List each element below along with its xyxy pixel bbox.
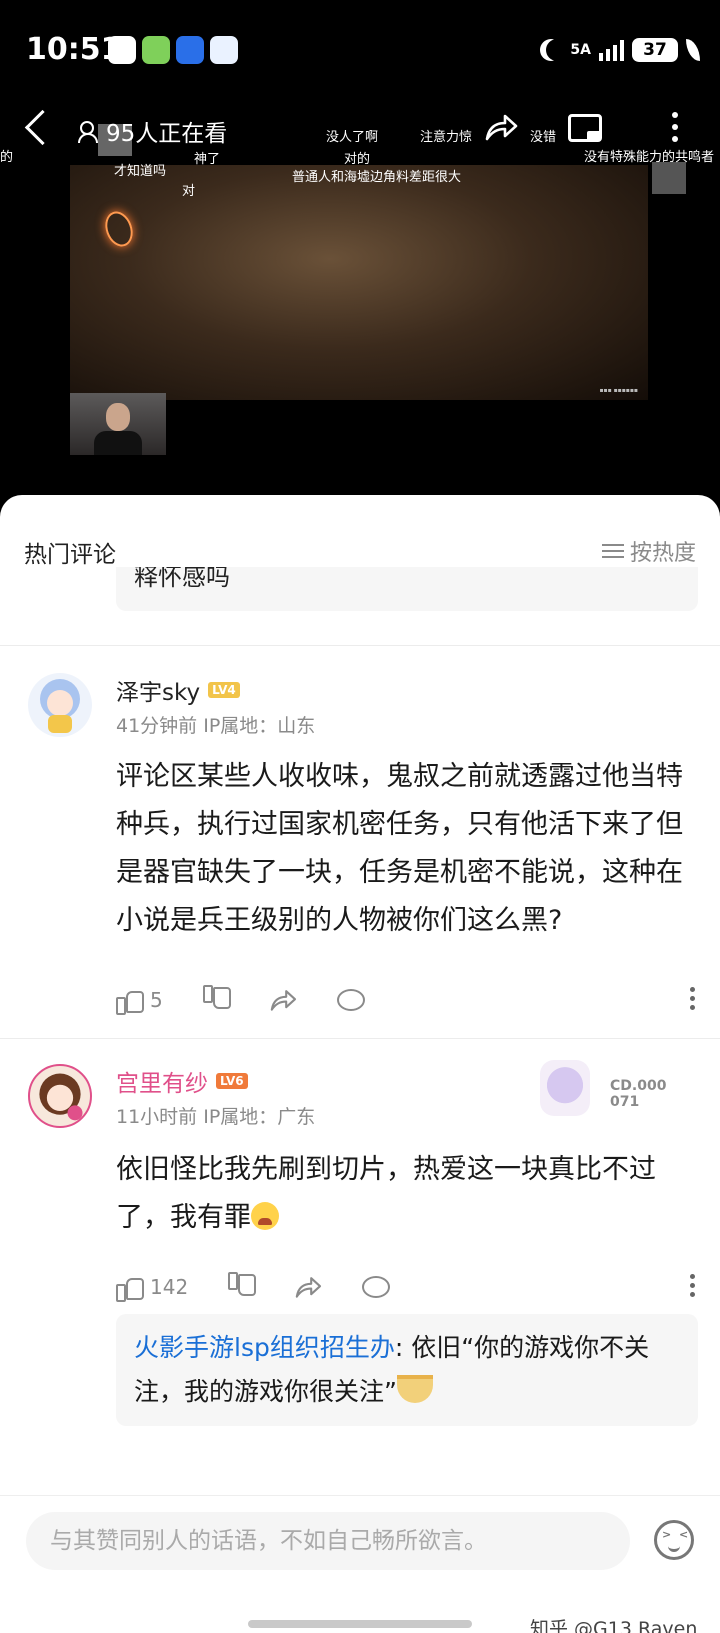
crying-emoji-icon (251, 1202, 279, 1230)
share-icon (295, 1277, 322, 1298)
username-text: 泽宇sky (116, 680, 201, 706)
dnd-moon-icon (546, 39, 568, 61)
danmaku-text: 的 (0, 150, 14, 165)
sort-lines-icon (601, 543, 624, 559)
level-badge: LV6 (216, 1073, 248, 1089)
comment-item: 宫里有纱 LV6 CD.000071 11小时前 IP属地：广东 依旧怪比我先刷… (0, 1038, 720, 1438)
status-bar: 10:51 5A 37 (0, 0, 720, 100)
previous-reply-text: 释怀感吗 (134, 567, 230, 591)
danmaku-text: 注意力惊 (420, 130, 473, 145)
viewer-count-label: 95人正在看 (106, 121, 228, 147)
dislike-button[interactable] (203, 987, 229, 1013)
comment-meta: 11小时前 IP属地：广东 (116, 1106, 316, 1128)
people-icon (78, 121, 100, 143)
comment-meta: 41分钟前 IP属地：山东 (116, 715, 316, 737)
glowing-orb (100, 207, 138, 251)
anime-avatar-icon (40, 679, 80, 733)
danmaku-text: 才知道吗 (114, 164, 167, 179)
comments-title: 热门评论 (24, 542, 116, 568)
lightbulb-notification-icon (176, 36, 204, 64)
network-type: 5A (570, 42, 591, 58)
avatar[interactable] (28, 1064, 92, 1128)
home-indicator[interactable] (248, 1620, 472, 1628)
comment-actions: 142 (116, 1270, 696, 1304)
sort-label: 按热度 (629, 541, 696, 566)
share-button[interactable] (294, 1275, 322, 1299)
comment-text-body: 依旧怪比我先刷到切片，热爱这一块真比不过了，我有罪 (116, 1154, 656, 1233)
viewer-avatar-thumbnail (652, 162, 686, 194)
comment-more-icon[interactable] (690, 1274, 696, 1301)
danmaku-text: 对 (182, 184, 196, 199)
dislike-button[interactable] (228, 1274, 254, 1300)
app-notification-icon (108, 36, 136, 64)
reply-button[interactable] (336, 987, 365, 1013)
app-notification-icon (142, 36, 170, 64)
video-watermark: ▪▪▪ ▪▪▪▪▪▪ (599, 387, 638, 394)
thumbs-up-icon (116, 1274, 144, 1302)
level-badge: LV4 (208, 682, 240, 698)
danmaku-text: 对的 (344, 152, 371, 167)
comment-input-bar: 知乎 @G13 Raven (0, 1495, 720, 1633)
sort-button[interactable]: 按热度 (601, 535, 696, 567)
share-arrow-icon[interactable] (484, 112, 518, 142)
live-video-area[interactable]: ▪▪▪ ▪▪▪▪▪▪ 没人了啊 注意力惊 没错 神了 才知道吗 对的 普通人和海… (0, 100, 720, 495)
danmaku-text: 神了 (194, 152, 221, 167)
like-button[interactable]: 142 (116, 1274, 189, 1302)
username-text: 宫里有纱 (116, 1071, 208, 1097)
comment-bubble-icon (336, 987, 365, 1013)
comment-username[interactable]: 泽宇sky LV4 (116, 673, 240, 707)
avatar[interactable] (28, 673, 92, 737)
comment-more-icon[interactable] (690, 987, 696, 1014)
comment-text[interactable]: 评论区某些人收收味，鬼叔之前就透露过他当特种兵，执行过国家机密任务，只有他活下来… (116, 753, 686, 945)
reply-author[interactable]: 火影手游lsp组织招生办 (134, 1333, 395, 1362)
viewer-count: 95人正在看 (78, 114, 227, 148)
like-count: 142 (150, 1275, 189, 1299)
danmaku-text: 没人了啊 (326, 130, 379, 145)
battery-saver-leaf-icon (686, 39, 700, 61)
share-button[interactable] (269, 988, 297, 1012)
back-arrow-icon[interactable] (24, 109, 61, 146)
bowl-emoji-icon (396, 1375, 433, 1403)
anime-avatar-icon (39, 1073, 83, 1121)
battery-icon: 37 (632, 38, 678, 62)
comment-username[interactable]: 宫里有纱 LV6 (116, 1064, 248, 1098)
share-icon (270, 990, 296, 1011)
signal-icon (599, 39, 624, 61)
picture-in-picture-icon[interactable] (568, 114, 602, 142)
previous-reply-fragment[interactable]: 释怀感吗 (116, 567, 698, 611)
emoji-picker-icon[interactable] (654, 1520, 694, 1560)
reply-preview[interactable]: 火影手游lsp组织招生办: 依旧“你的游戏你不关注，我的游戏你很关注” (116, 1314, 698, 1426)
danmaku-text: 没错 (530, 130, 557, 145)
more-options-icon[interactable] (672, 112, 678, 148)
like-button[interactable]: 5 (116, 987, 163, 1015)
comment-bubble-icon (362, 1274, 391, 1300)
danmaku-text: 没有特殊能力的共鸣者 (584, 150, 715, 165)
decoration-badge: CD.000071 (610, 1078, 667, 1110)
thumbs-down-icon (228, 1274, 254, 1300)
comments-header: 热门评论 按热度 (0, 495, 720, 575)
reply-button[interactable] (362, 1274, 391, 1300)
thumbs-up-icon (116, 987, 144, 1015)
comment-item: 泽宇sky LV4 41分钟前 IP属地：山东 评论区某些人收收味，鬼叔之前就透… (0, 645, 720, 1035)
comment-input[interactable] (26, 1512, 630, 1570)
thumbs-down-icon (203, 987, 229, 1013)
comment-actions: 5 (116, 983, 696, 1017)
comment-sheet: 热门评论 按热度 释怀感吗 泽宇sky LV4 41分钟前 IP属地：山东 评论… (0, 495, 720, 1633)
decoration-avatar (540, 1060, 590, 1116)
like-count: 5 (150, 988, 163, 1012)
app-notification-icon (210, 36, 238, 64)
streamer-camera (70, 393, 166, 455)
comment-text[interactable]: 依旧怪比我先刷到切片，热爱这一块真比不过了，我有罪 (116, 1146, 686, 1242)
danmaku-text: 普通人和海墟边角料差距很大 (292, 170, 462, 185)
watermark-credit: 知乎 @G13 Raven (530, 1618, 698, 1633)
video-frame[interactable]: ▪▪▪ ▪▪▪▪▪▪ (70, 165, 648, 400)
status-indicators: 5A 37 (540, 38, 700, 62)
